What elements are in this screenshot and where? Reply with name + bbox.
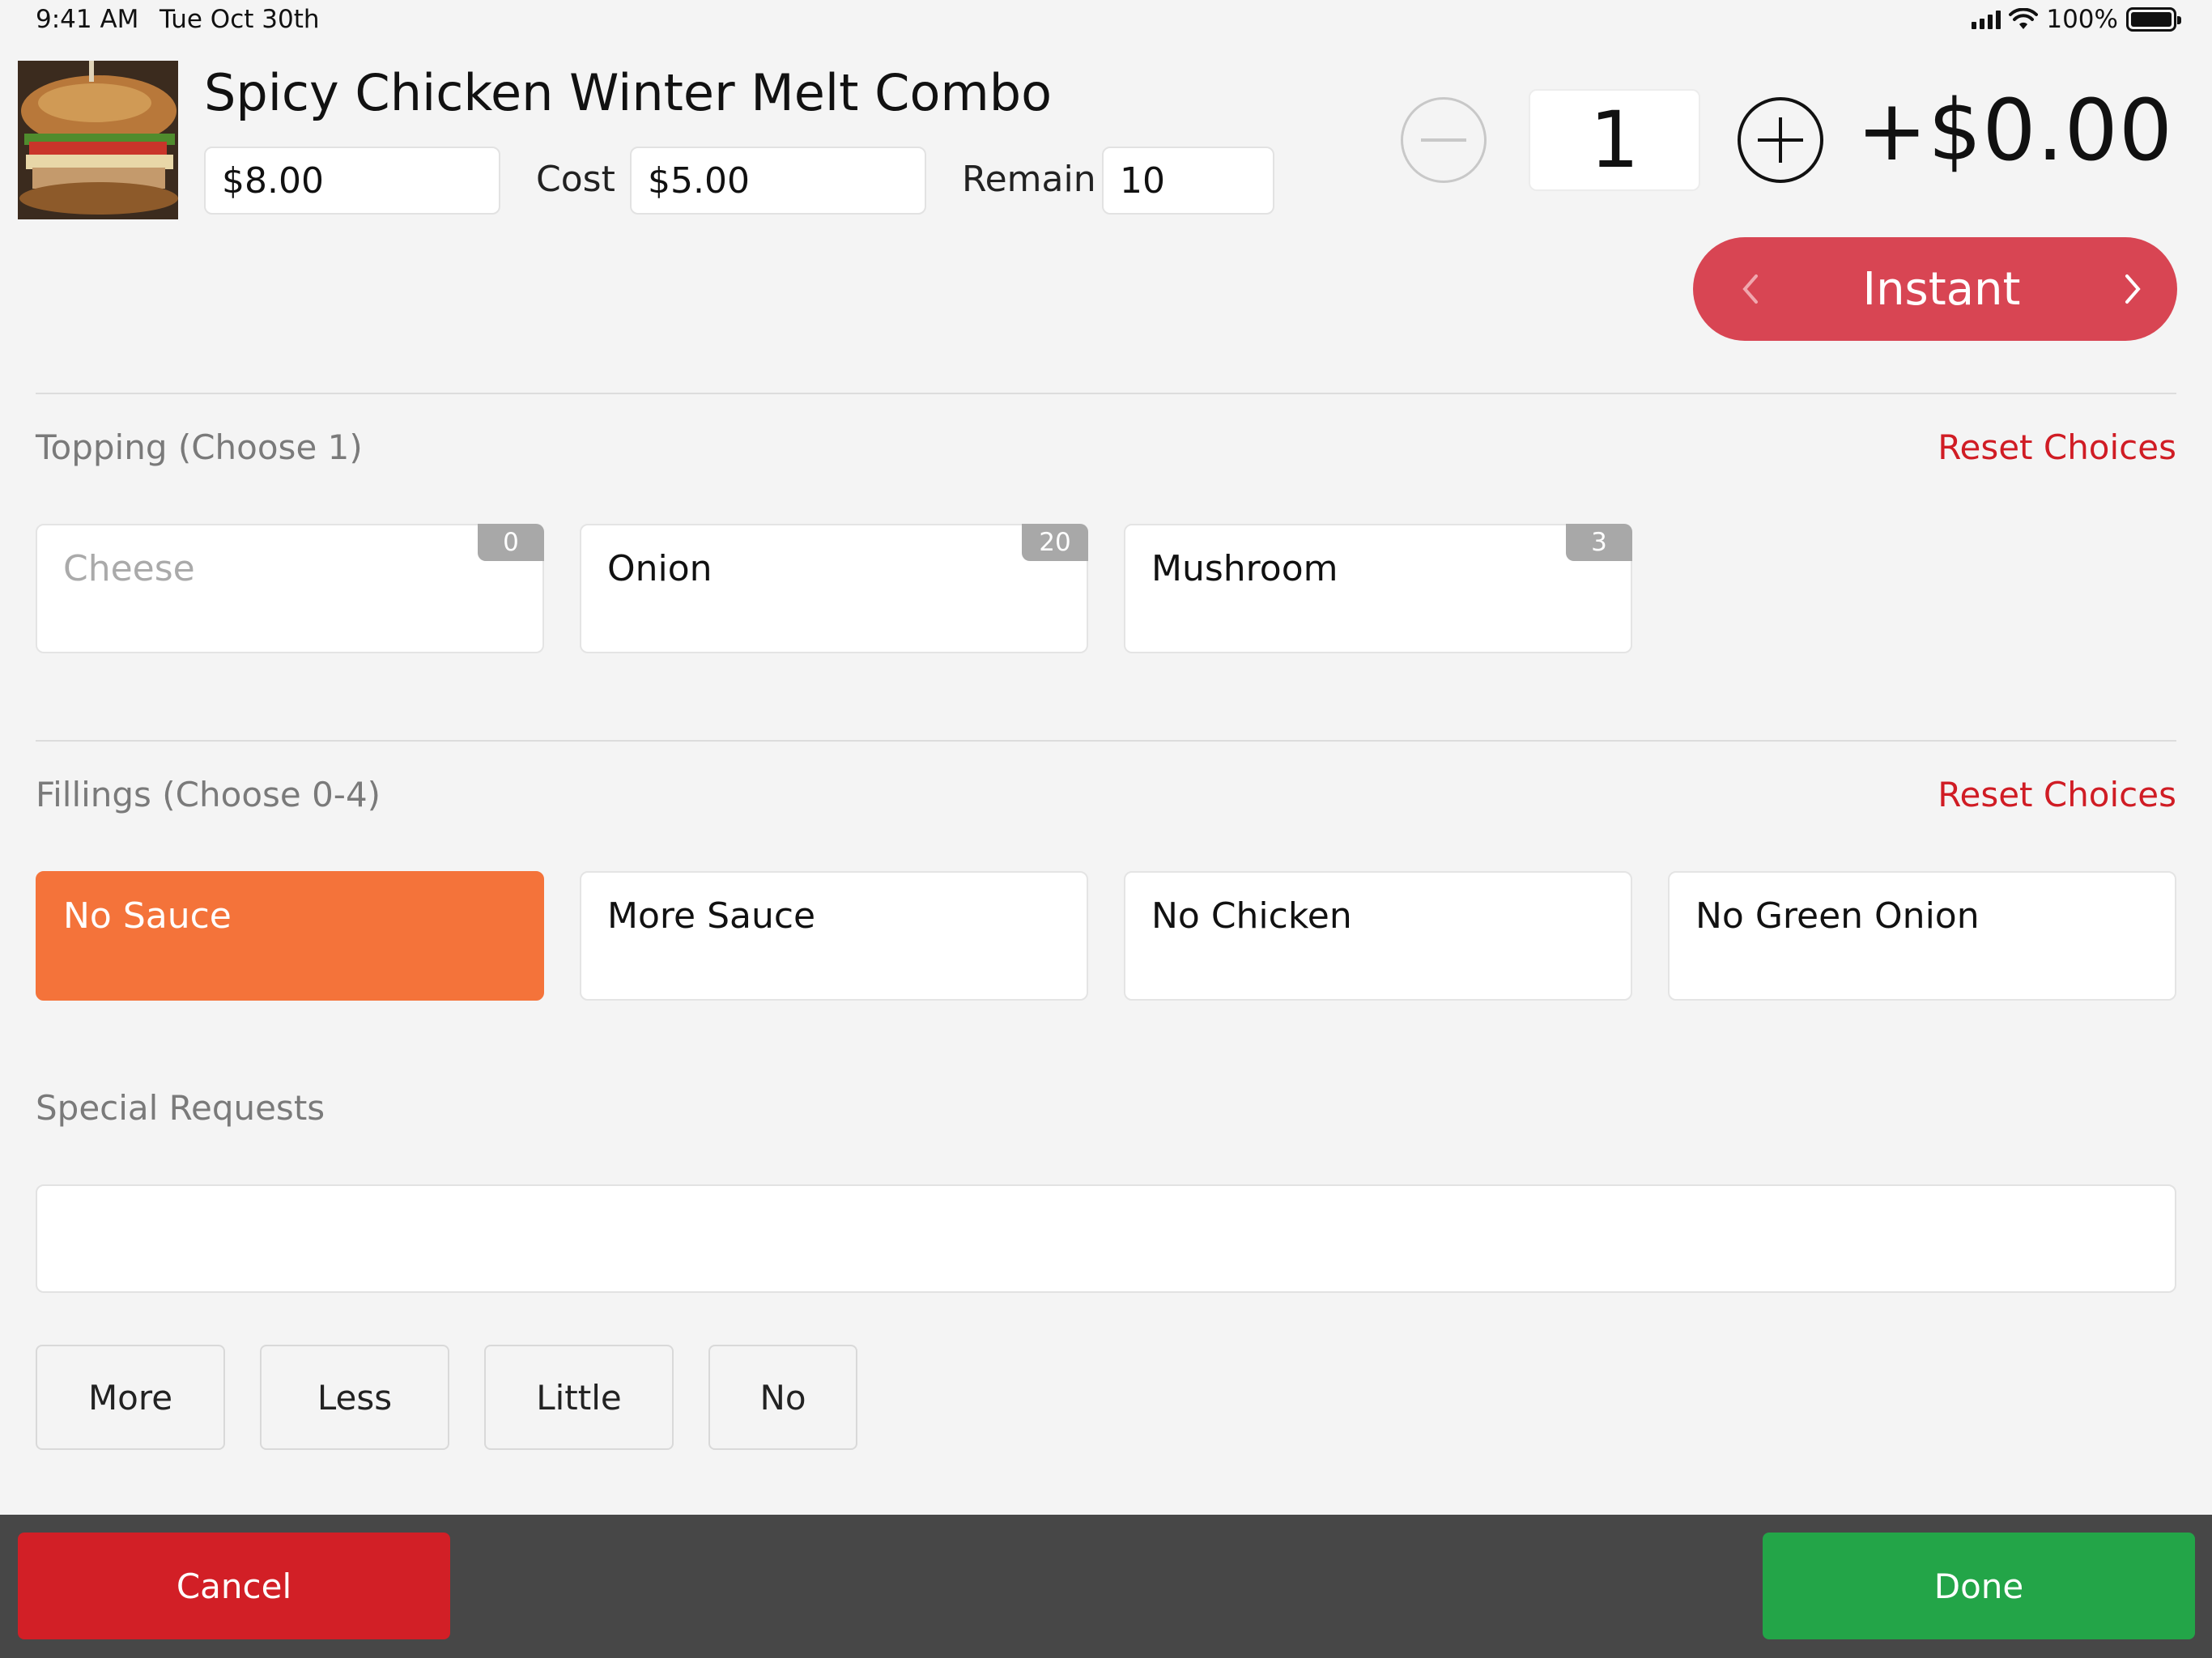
wifi-icon <box>2009 8 2039 29</box>
sandwich-icon <box>18 61 178 219</box>
fillings-reset-button[interactable]: Reset Choices <box>1938 775 2176 814</box>
item-title: Spicy Chicken Winter Melt Combo <box>204 63 1053 122</box>
quick-button-little[interactable]: Little <box>484 1345 674 1450</box>
status-indicators: 100% <box>1972 5 2181 34</box>
filling-option-no-chicken[interactable]: No Chicken <box>1124 871 1632 1001</box>
divider <box>36 740 2176 742</box>
filling-option-no-green-onion[interactable]: No Green Onion <box>1668 871 2176 1001</box>
cost-label: Cost <box>536 159 615 200</box>
status-time: 9:41 AM <box>36 5 139 34</box>
topping-option-cheese[interactable]: Cheese 0 <box>36 524 544 653</box>
special-requests-title: Special Requests <box>36 1088 325 1128</box>
quick-button-no[interactable]: No <box>708 1345 857 1450</box>
order-mode-label: Instant <box>1862 262 2021 316</box>
chevron-right-icon[interactable] <box>2124 273 2142 305</box>
special-requests-input[interactable] <box>36 1184 2176 1293</box>
stock-count-badge: 3 <box>1566 524 1632 561</box>
done-button[interactable]: Done <box>1763 1533 2195 1639</box>
option-label: No Sauce <box>63 895 232 937</box>
item-image <box>18 61 178 219</box>
topping-section-title: Topping (Choose 1) <box>36 427 363 467</box>
topping-option-onion[interactable]: Onion 20 <box>580 524 1088 653</box>
topping-option-mushroom[interactable]: Mushroom 3 <box>1124 524 1632 653</box>
quantity-field[interactable]: 1 <box>1529 89 1700 191</box>
stock-count-badge: 0 <box>478 524 544 561</box>
price-delta: +$0.00 <box>1857 81 2173 180</box>
filling-option-more-sauce[interactable]: More Sauce <box>580 871 1088 1001</box>
option-label: No Green Onion <box>1695 895 1980 937</box>
quick-button-less[interactable]: Less <box>260 1345 449 1450</box>
option-label: No Chicken <box>1151 895 1352 937</box>
cost-field[interactable]: $5.00 <box>630 147 926 215</box>
decrease-quantity-button[interactable] <box>1401 97 1487 183</box>
topping-reset-button[interactable]: Reset Choices <box>1938 427 2176 467</box>
remain-field[interactable]: 10 <box>1102 147 1274 215</box>
minus-icon <box>1421 138 1466 142</box>
increase-quantity-button[interactable] <box>1738 97 1823 183</box>
option-label: Onion <box>607 548 713 589</box>
order-mode-selector[interactable]: Instant <box>1693 237 2177 341</box>
option-label: Cheese <box>63 548 195 589</box>
plus-icon <box>1758 117 1803 163</box>
battery-percent: 100% <box>2046 5 2118 34</box>
option-label: More Sauce <box>607 895 816 937</box>
cellular-signal-icon <box>1972 10 2001 29</box>
remain-label: Remain <box>962 159 1096 200</box>
filling-option-no-sauce[interactable]: No Sauce <box>36 871 544 1001</box>
stock-count-badge: 20 <box>1022 524 1088 561</box>
fillings-section-title: Fillings (Choose 0-4) <box>36 775 381 814</box>
chevron-left-icon[interactable] <box>1742 273 1759 305</box>
cancel-button[interactable]: Cancel <box>18 1533 450 1639</box>
option-label: Mushroom <box>1151 548 1338 589</box>
battery-icon <box>2126 7 2181 32</box>
divider <box>36 393 2176 394</box>
price-field[interactable]: $8.00 <box>204 147 500 215</box>
status-date: Tue Oct 30th <box>160 5 320 34</box>
quick-button-more[interactable]: More <box>36 1345 225 1450</box>
